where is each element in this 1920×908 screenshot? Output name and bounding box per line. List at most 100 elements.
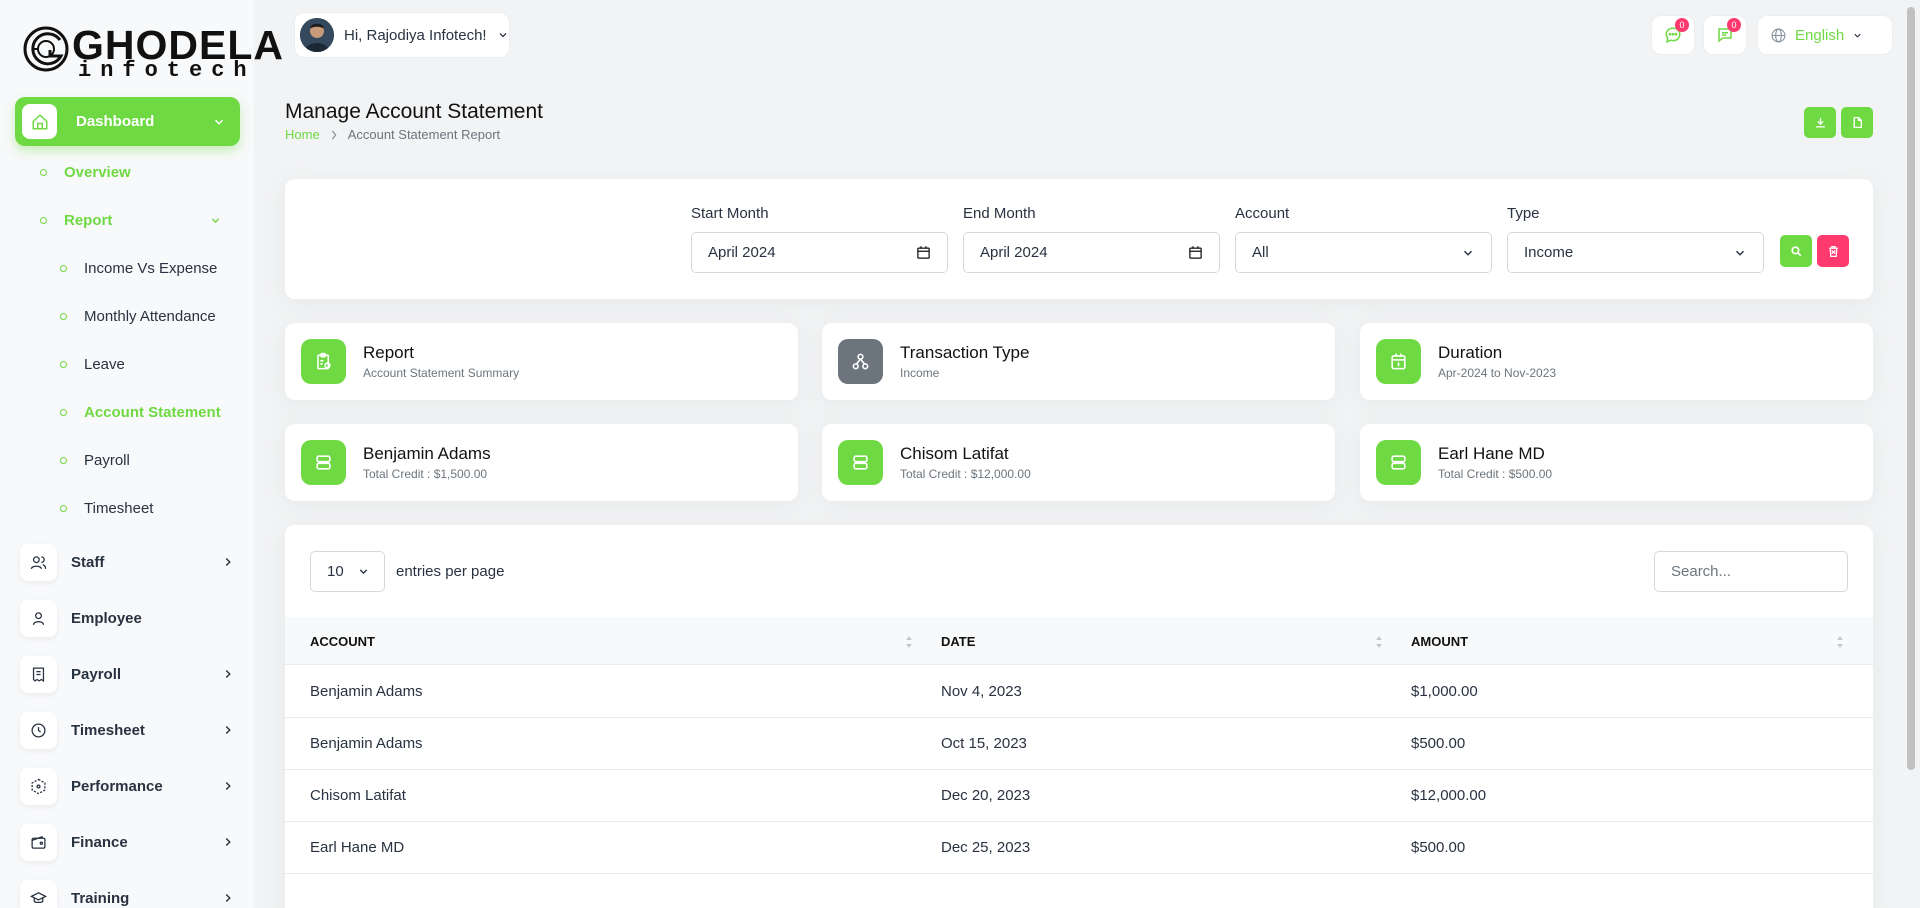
sidebar-item-label: Timesheet bbox=[71, 721, 145, 739]
chevron-down-icon bbox=[1735, 250, 1745, 256]
sidebar-item-timesheet[interactable]: Timesheet bbox=[20, 710, 235, 750]
breadcrumb: Home Account Statement Report bbox=[285, 127, 500, 142]
sidebar-item-training[interactable]: Training bbox=[20, 878, 235, 908]
globe-icon bbox=[1771, 28, 1786, 42]
clock-icon bbox=[20, 711, 57, 749]
user-menu[interactable]: Hi, Rajodiya Infotech! bbox=[294, 12, 510, 58]
chevron-right-icon bbox=[225, 837, 231, 847]
sidebar-item-payroll[interactable]: Payroll bbox=[20, 654, 235, 694]
column-header-account[interactable]: ACCOUNT bbox=[310, 634, 375, 649]
calendar-icon bbox=[1189, 246, 1202, 259]
sidebar-item-label: Payroll bbox=[71, 665, 122, 683]
cell-account: Benjamin Adams bbox=[310, 735, 423, 752]
sidebar-item-label: Income Vs Expense bbox=[84, 260, 218, 277]
avatar bbox=[300, 18, 334, 52]
sidebar-item-account-statement[interactable]: Account Statement bbox=[60, 404, 221, 421]
cell-account: Earl Hane MD bbox=[310, 839, 405, 856]
bullet-icon bbox=[60, 505, 67, 512]
server-icon bbox=[838, 440, 883, 485]
table-row: Benjamin Adams Oct 15, 2023 $500.00 bbox=[285, 718, 1873, 770]
breadcrumb-home-link[interactable]: Home bbox=[285, 127, 320, 142]
info-title: Report bbox=[363, 343, 415, 362]
sidebar-item-income-vs-expense[interactable]: Income Vs Expense bbox=[60, 260, 217, 277]
sort-icon[interactable] bbox=[1375, 635, 1383, 649]
report-icon bbox=[301, 339, 346, 384]
download-button[interactable] bbox=[1804, 107, 1836, 138]
table-search-input[interactable]: Search... bbox=[1654, 551, 1848, 592]
bullet-icon bbox=[60, 409, 67, 416]
info-subtitle: Account Statement Summary bbox=[363, 366, 520, 380]
sidebar-item-monthly-attendance[interactable]: Monthly Attendance bbox=[60, 308, 216, 325]
chevron-right-icon bbox=[225, 725, 231, 735]
info-card-report: Report Account Statement Summary bbox=[285, 323, 798, 400]
account-select[interactable]: All bbox=[1235, 232, 1492, 273]
cell-date: Nov 4, 2023 bbox=[941, 683, 1022, 700]
type-select[interactable]: Income bbox=[1507, 232, 1764, 273]
sidebar-item-label: Account Statement bbox=[84, 404, 221, 421]
search-icon bbox=[1790, 245, 1801, 256]
info-card-transaction-type: Transaction Type Income bbox=[822, 323, 1335, 400]
start-month-value: April 2024 bbox=[708, 244, 776, 261]
info-card-account: Chisom Latifat Total Credit : $12,000.00 bbox=[822, 424, 1335, 501]
sidebar-item-label: Training bbox=[71, 889, 130, 907]
page-scrollbar[interactable] bbox=[1906, 0, 1918, 775]
account-label: Account bbox=[1235, 205, 1290, 222]
download-icon bbox=[1815, 118, 1825, 128]
chevron-right-icon bbox=[225, 557, 231, 567]
export-pdf-button[interactable] bbox=[1841, 107, 1873, 138]
chevron-down-icon bbox=[499, 33, 507, 38]
sidebar-item-performance[interactable]: Performance bbox=[20, 766, 235, 806]
sort-icon[interactable] bbox=[1836, 635, 1844, 649]
users-icon bbox=[20, 543, 57, 581]
chevron-right-icon bbox=[331, 129, 337, 140]
chevron-right-icon bbox=[225, 893, 231, 903]
table-row: Benjamin Adams Nov 4, 2023 $1,000.00 bbox=[285, 666, 1873, 718]
info-card-duration: Duration Apr-2024 to Nov-2023 bbox=[1360, 323, 1873, 400]
chevron-down-icon bbox=[1463, 250, 1473, 256]
info-title: Benjamin Adams bbox=[363, 444, 491, 463]
info-card-account: Benjamin Adams Total Credit : $1,500.00 bbox=[285, 424, 798, 501]
column-header-amount[interactable]: AMOUNT bbox=[1411, 634, 1468, 649]
sidebar-item-report[interactable]: Report bbox=[40, 212, 222, 229]
bullet-icon bbox=[40, 217, 47, 224]
type-value: Income bbox=[1524, 244, 1574, 261]
scrollbar-thumb[interactable] bbox=[1907, 7, 1915, 770]
end-month-value: April 2024 bbox=[980, 244, 1048, 261]
sidebar-item-staff[interactable]: Staff bbox=[20, 542, 235, 582]
bullet-icon bbox=[60, 457, 67, 464]
filter-card: Start Month April 2024 End Month April 2… bbox=[285, 179, 1873, 299]
sidebar-item-timesheet-report[interactable]: Timesheet bbox=[60, 500, 153, 517]
chevron-right-icon bbox=[225, 669, 231, 679]
sidebar-item-employee[interactable]: Employee bbox=[20, 598, 235, 638]
table-header: ACCOUNT DATE AMOUNT bbox=[285, 617, 1873, 665]
sidebar: GHODELA infotech Dashboard Overview Repo… bbox=[0, 0, 283, 908]
info-title: Duration bbox=[1438, 343, 1503, 362]
brand-logo[interactable]: GHODELA infotech bbox=[22, 18, 283, 83]
messages-button[interactable]: 0 bbox=[1703, 15, 1747, 55]
sidebar-item-overview[interactable]: Overview bbox=[40, 164, 131, 181]
cell-date: Dec 25, 2023 bbox=[941, 839, 1031, 856]
per-page-value: 10 bbox=[327, 563, 344, 580]
receipt-icon bbox=[20, 655, 57, 693]
account-value: All bbox=[1252, 244, 1269, 261]
column-header-date[interactable]: DATE bbox=[941, 634, 975, 649]
sidebar-item-payroll-report[interactable]: Payroll bbox=[60, 452, 130, 469]
language-select[interactable]: English bbox=[1757, 15, 1893, 55]
chat-button[interactable]: 0 bbox=[1651, 15, 1695, 55]
sidebar-item-finance[interactable]: Finance bbox=[20, 822, 235, 862]
per-page-select[interactable]: 10 bbox=[310, 551, 385, 592]
notification-badge: 0 bbox=[1675, 18, 1689, 32]
info-subtitle: Apr-2024 to Nov-2023 bbox=[1438, 366, 1557, 380]
reset-filter-button[interactable] bbox=[1817, 235, 1849, 267]
sort-icon[interactable] bbox=[905, 635, 913, 649]
sidebar-item-dashboard[interactable]: Dashboard bbox=[15, 97, 240, 146]
page-title: Manage Account Statement bbox=[285, 100, 543, 123]
start-month-input[interactable]: April 2024 bbox=[691, 232, 948, 273]
user-greeting: Hi, Rajodiya Infotech! bbox=[344, 26, 487, 44]
cell-amount: $12,000.00 bbox=[1411, 787, 1487, 804]
apply-filter-button[interactable] bbox=[1780, 235, 1812, 267]
sidebar-item-leave[interactable]: Leave bbox=[60, 356, 125, 373]
search-placeholder: Search... bbox=[1671, 563, 1732, 580]
graduation-cap-icon bbox=[20, 879, 57, 908]
end-month-input[interactable]: April 2024 bbox=[963, 232, 1220, 273]
